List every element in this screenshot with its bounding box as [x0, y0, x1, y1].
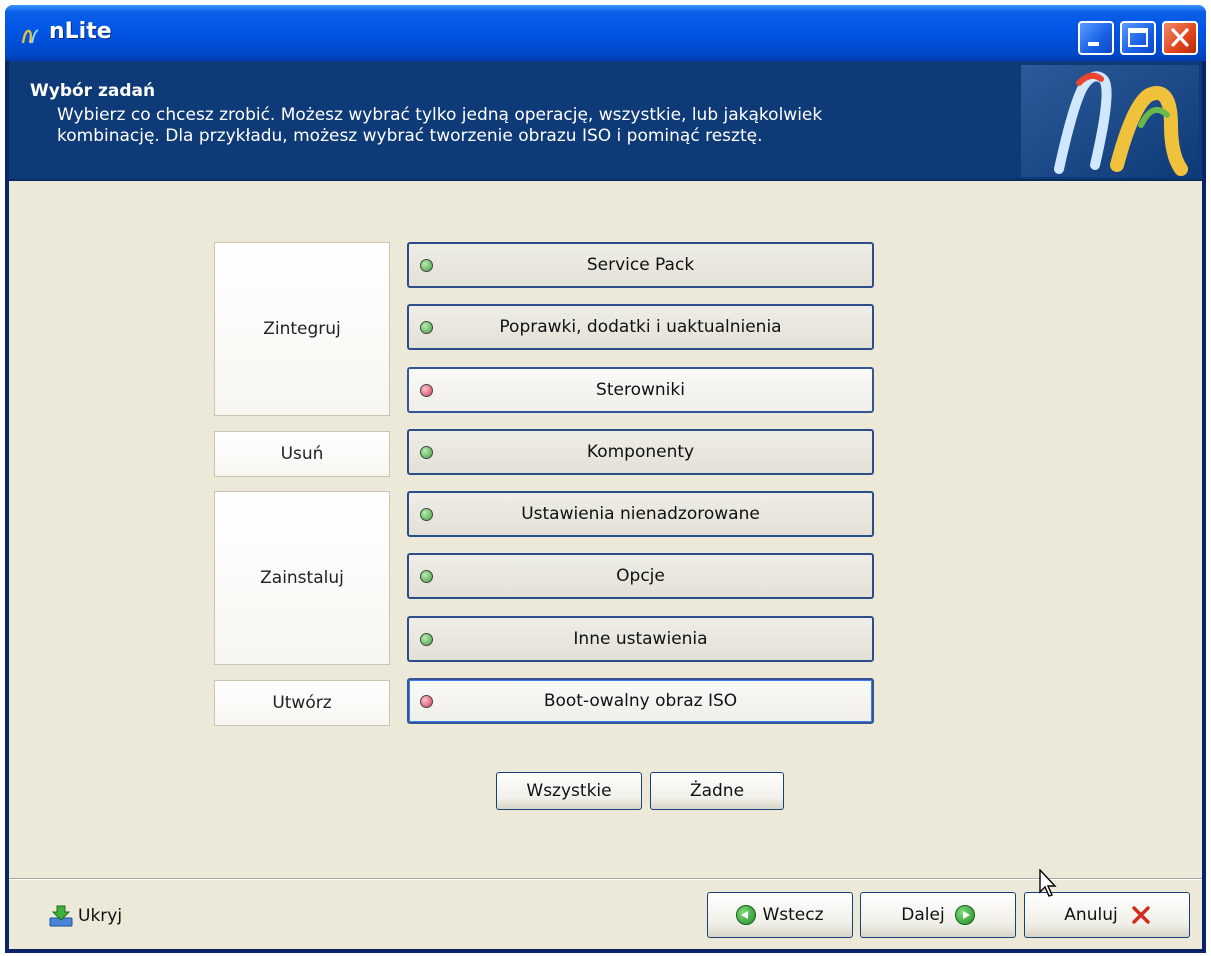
description-line-2: kombinację. Dla przykładu, możesz wybrać… [57, 126, 763, 146]
back-button[interactable]: Wstecz [707, 892, 853, 938]
nlite-logo [1021, 65, 1199, 177]
hide-label: Ukryj [78, 906, 123, 926]
task-label: Inne ustawienia [573, 629, 708, 649]
task-label: Service Pack [586, 255, 695, 275]
back-label: Wstecz [762, 905, 824, 925]
wizard-header: Wybór zadań Wybierz co chcesz zrobić. Mo… [9, 61, 1202, 181]
maximize-button[interactable] [1120, 21, 1156, 55]
status-indicator-on [420, 321, 433, 334]
select-none-button[interactable]: Żadne [650, 772, 784, 810]
status-indicator-on [420, 633, 433, 646]
task-unattended-settings[interactable]: Ustawienia nienadzorowane [407, 491, 874, 537]
task-label: Komponenty [586, 442, 695, 462]
task-options[interactable]: Opcje [407, 553, 874, 599]
x-icon [1132, 906, 1150, 924]
select-all-button[interactable]: Wszystkie [496, 772, 642, 810]
group-integrate-label: Zintegruj [263, 319, 341, 339]
task-label: Poprawki, dodatki i uaktualnienia [499, 317, 782, 337]
select-none-label: Żadne [689, 781, 745, 801]
window-title: nLite [49, 19, 112, 44]
group-remove-label: Usuń [280, 444, 324, 464]
minimize-button[interactable] [1078, 21, 1114, 55]
hide-button[interactable]: Ukryj [48, 904, 122, 928]
task-other-settings[interactable]: Inne ustawienia [407, 616, 874, 662]
nlite-icon [21, 29, 39, 44]
close-icon [1171, 28, 1189, 47]
task-label: Boot-owalny obraz ISO [543, 691, 738, 711]
task-drivers[interactable]: Sterowniki [407, 367, 874, 413]
page-title: Wybór zadań [30, 81, 156, 101]
minimize-icon [1088, 42, 1099, 46]
status-indicator-on [420, 446, 433, 459]
group-create: Utwórz [214, 680, 390, 726]
group-create-label: Utwórz [272, 693, 332, 713]
task-service-pack[interactable]: Service Pack [407, 242, 874, 288]
next-label: Dalej [901, 905, 945, 925]
maximize-icon [1128, 28, 1148, 47]
page-description: Wybierz co chcesz zrobić. Możesz wybrać … [57, 105, 957, 147]
footer-divider-highlight [9, 879, 1202, 880]
task-bootable-iso[interactable]: Boot-owalny obraz ISO [407, 678, 874, 724]
app-window: nLite Wybór zadań Wybierz co chcesz zrob… [5, 5, 1206, 953]
wizard-content: Wybór zadań Wybierz co chcesz zrobić. Mo… [9, 61, 1202, 949]
title-bar[interactable]: nLite [5, 5, 1206, 61]
select-all-label: Wszystkie [526, 781, 612, 801]
status-indicator-on [420, 508, 433, 521]
task-label: Ustawienia nienadzorowane [521, 504, 760, 524]
status-indicator-off [420, 695, 433, 708]
mouse-cursor-icon [1039, 869, 1057, 897]
download-tray-icon [49, 905, 73, 927]
cancel-label: Anuluj [1064, 905, 1118, 925]
status-indicator-off [420, 384, 433, 397]
arrow-right-icon [954, 905, 975, 925]
task-components[interactable]: Komponenty [407, 429, 874, 475]
next-button[interactable]: Dalej [860, 892, 1016, 938]
task-label: Opcje [616, 566, 665, 586]
arrow-left-icon [736, 905, 757, 925]
task-hotfixes[interactable]: Poprawki, dodatki i uaktualnienia [407, 304, 874, 350]
group-install-label: Zainstaluj [260, 568, 344, 588]
close-button[interactable] [1162, 21, 1198, 55]
group-remove: Usuń [214, 431, 390, 477]
task-label: Sterowniki [596, 380, 685, 400]
group-integrate: Zintegruj [214, 242, 390, 416]
status-indicator-on [420, 570, 433, 583]
group-install: Zainstaluj [214, 491, 390, 665]
description-line-1: Wybierz co chcesz zrobić. Możesz wybrać … [57, 105, 823, 125]
status-indicator-on [420, 259, 433, 272]
